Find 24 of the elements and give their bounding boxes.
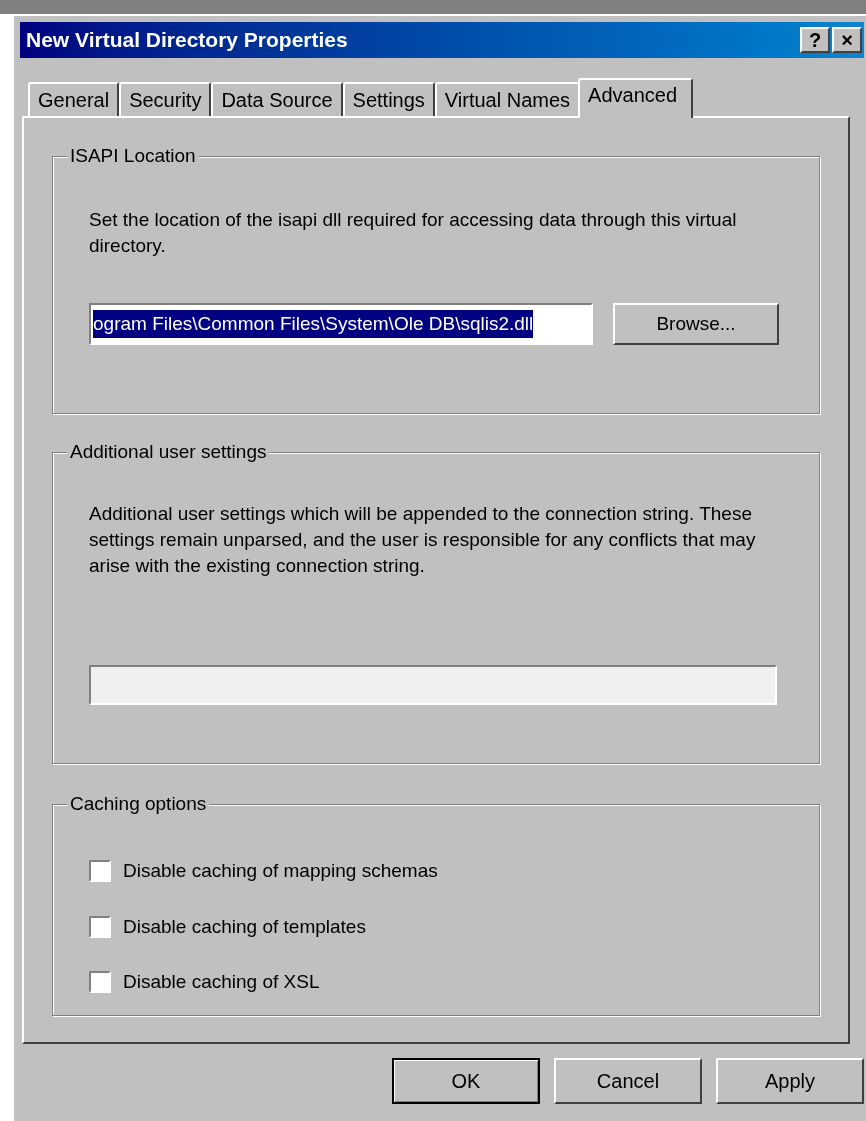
tab[interactable]: Security xyxy=(119,82,212,116)
description: Set the location of the isapi dll required for accessing data through this virtual directory. xyxy=(89,208,738,258)
path-field[interactable]: ogram Files\Common Files\System\Ole DB\sqlis2.dll xyxy=(89,303,593,345)
checkbox[interactable] xyxy=(89,860,111,883)
close-button[interactable]: × xyxy=(832,27,862,53)
dialog-button[interactable]: OK xyxy=(392,1058,540,1104)
tab[interactable]: Virtual Names xyxy=(434,82,581,116)
help-button[interactable]: ? xyxy=(800,27,830,53)
path-value: ogram Files\Common Files\System\Ole DB\sqlis2.dll xyxy=(93,309,534,339)
checkbox[interactable] xyxy=(89,915,111,938)
user-settings-field[interactable] xyxy=(89,665,777,705)
window-title: New Virtual Directory Properties xyxy=(26,27,348,54)
checkbox-label: Disable caching of templates xyxy=(123,914,366,939)
checkbox[interactable] xyxy=(89,971,111,994)
tab[interactable]: General xyxy=(28,82,120,116)
dialog-button[interactable]: Cancel xyxy=(554,1058,702,1104)
tab[interactable]: Advanced xyxy=(578,78,694,118)
checkbox-label: Disable caching of mapping schemas xyxy=(123,859,438,883)
description: Additional user settings which will be appended to the connection string. These settings remain unparsed, and the user is responsible for any conflicts that may arise with the existing connection string. xyxy=(89,502,757,578)
dialog-button[interactable]: Apply xyxy=(716,1058,864,1104)
tab[interactable]: Data Source xyxy=(211,82,343,116)
checkbox-label: Disable caching of XSL xyxy=(123,970,320,994)
browse-button[interactable]: Browse... xyxy=(613,303,779,345)
tab[interactable]: Settings xyxy=(342,82,435,116)
